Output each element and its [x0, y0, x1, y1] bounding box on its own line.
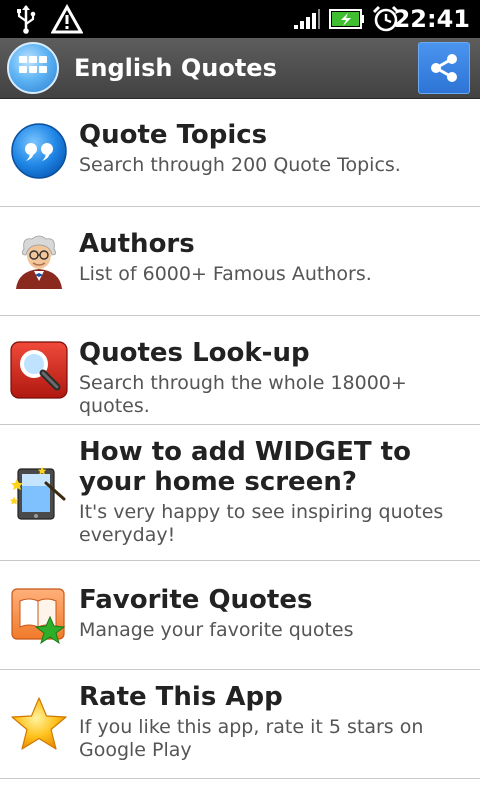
menu-item-title: Favorite Quotes — [79, 585, 313, 615]
action-bar: English Quotes — [0, 38, 480, 99]
menu-item-favorite-quotes[interactable]: Favorite Quotes Manage your favorite quo… — [0, 561, 480, 670]
app-title: English Quotes — [74, 54, 277, 82]
menu-item-subtitle: If you like this app, rate it 5 stars on… — [79, 716, 424, 761]
menu-item-add-widget[interactable]: How to add WIDGET to your home screen? I… — [0, 425, 480, 561]
menu-item-rate-app[interactable]: Rate This App If you like this app, rate… — [0, 670, 480, 779]
battery-charging-icon — [328, 0, 366, 38]
menu-list: Quote Topics Search through 200 Quote To… — [0, 98, 480, 779]
widget-tablet-icon — [10, 465, 68, 523]
menu-item-title: Quotes Look-up — [79, 338, 310, 368]
menu-item-title: How to add WIDGET to your home screen? — [79, 437, 411, 497]
menu-item-subtitle: It's very happy to see inspiring quotes … — [79, 501, 444, 546]
menu-item-title: Rate This App — [79, 682, 283, 712]
author-avatar-icon — [10, 231, 68, 289]
menu-item-title: Authors — [79, 229, 195, 259]
grid-icon — [19, 56, 47, 73]
status-bar: 22:41 — [0, 0, 480, 38]
magnifier-icon — [10, 341, 68, 399]
menu-item-subtitle: Search through 200 Quote Topics. — [79, 154, 401, 176]
usb-icon — [12, 0, 40, 38]
menu-item-title: Quote Topics — [79, 120, 268, 150]
quote-bubble-icon — [10, 122, 68, 180]
menu-item-subtitle: Manage your favorite quotes — [79, 619, 354, 641]
menu-item-subtitle: Search through the whole 18000+ quotes. — [79, 372, 407, 417]
menu-item-authors[interactable]: Authors List of 6000+ Famous Authors. — [0, 207, 480, 316]
menu-item-quotes-lookup[interactable]: Quotes Look-up Search through the whole … — [0, 316, 480, 425]
menu-item-quote-topics[interactable]: Quote Topics Search through 200 Quote To… — [0, 98, 480, 207]
warning-icon — [50, 0, 84, 38]
app-home-button[interactable] — [7, 42, 59, 94]
favorite-book-icon — [10, 587, 68, 645]
menu-item-subtitle: List of 6000+ Famous Authors. — [79, 263, 372, 285]
share-icon — [431, 54, 457, 82]
star-icon — [10, 696, 68, 754]
clock-time: 22:41 — [393, 5, 470, 33]
signal-icon — [292, 0, 322, 38]
share-button[interactable] — [418, 42, 470, 94]
